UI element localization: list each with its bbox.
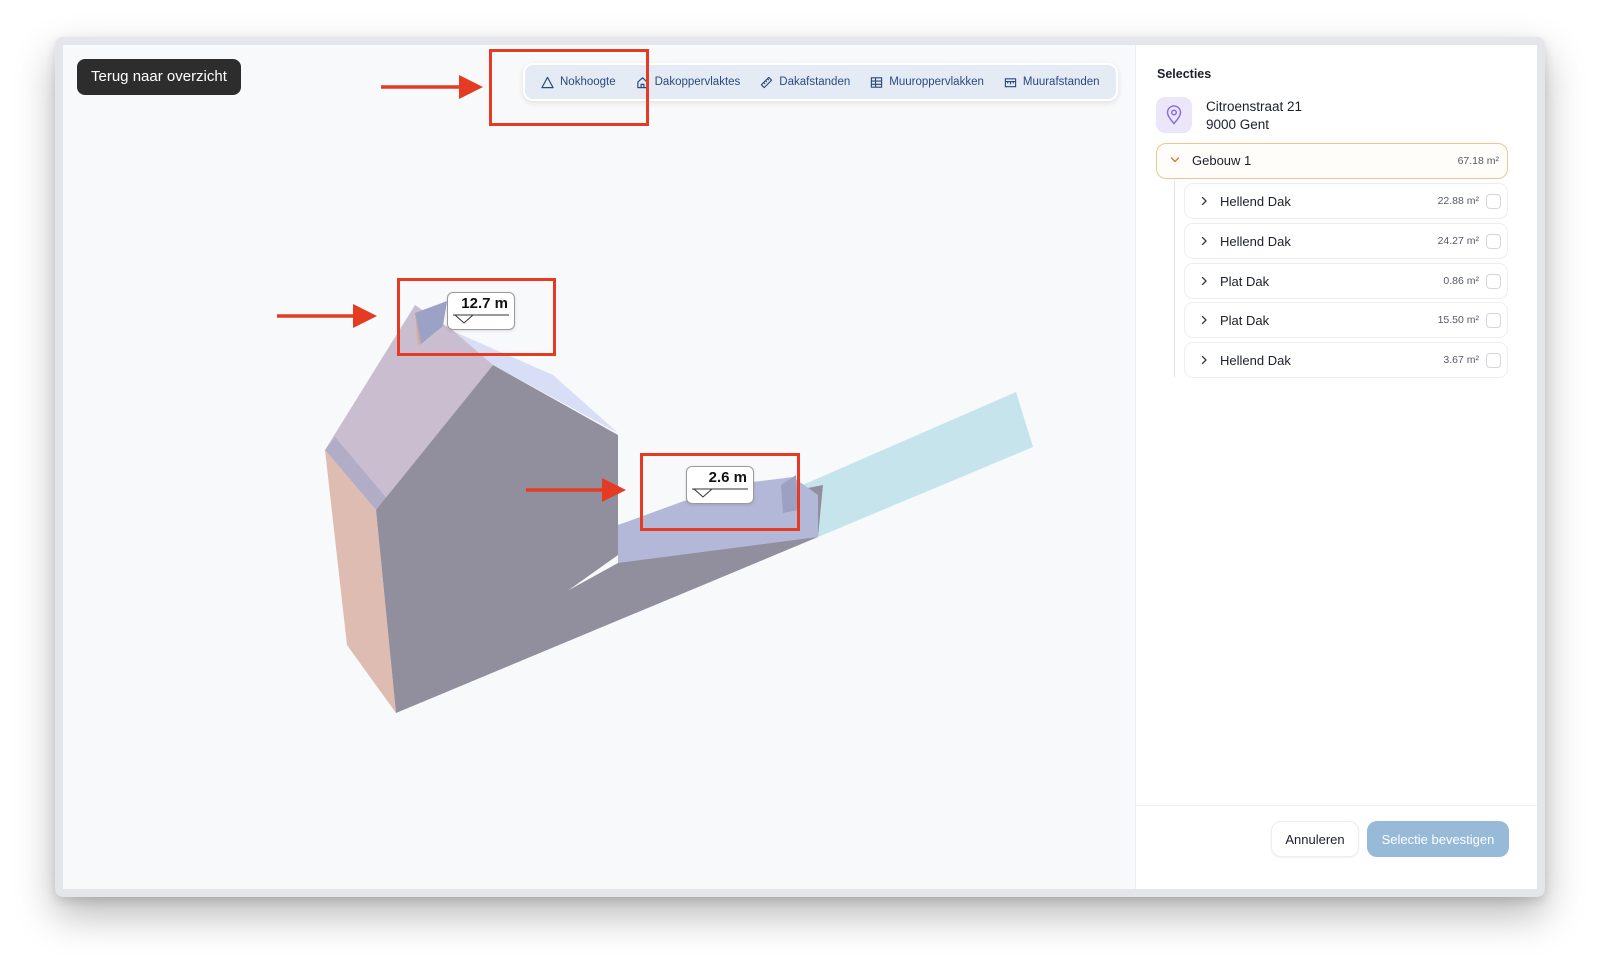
roof-row[interactable]: Hellend Dak 24.27 m² (1184, 223, 1508, 259)
chevron-right-icon (1201, 276, 1207, 286)
building-3d-scene[interactable] (63, 45, 1135, 889)
roof-checkbox[interactable] (1486, 194, 1501, 209)
wall-distance-icon (1004, 77, 1017, 87)
chevron-right-icon (1201, 315, 1207, 325)
annotation-box-toolbar (489, 49, 649, 126)
location-pin-icon (1166, 105, 1182, 125)
roof-checkbox[interactable] (1486, 234, 1501, 249)
roof-area: 24.27 m² (1437, 235, 1479, 247)
roof-area: 0.86 m² (1443, 275, 1479, 287)
chevron-right-icon (1201, 196, 1207, 206)
annotation-box-annex (640, 453, 800, 531)
address-city: 9000 Gent (1206, 117, 1270, 132)
wall-grid-icon (871, 76, 883, 88)
back-to-overview-button[interactable]: Terug naar overzicht (77, 59, 241, 95)
roof-label: Plat Dak (1220, 274, 1270, 289)
roof-row[interactable]: Hellend Dak 22.88 m² (1184, 183, 1508, 219)
ruler-icon (761, 76, 773, 88)
roof-checkbox[interactable] (1486, 353, 1501, 368)
tool-muuroppervlakken[interactable]: Muuroppervlakken (860, 67, 994, 97)
roof-label: Hellend Dak (1220, 353, 1291, 368)
roof-checkbox[interactable] (1486, 274, 1501, 289)
building-row[interactable]: Gebouw 1 67.18 m² (1156, 143, 1508, 179)
annotation-arrow-ridge (277, 304, 377, 328)
roof-area: 22.88 m² (1437, 195, 1479, 207)
roof-row[interactable]: Hellend Dak 3.67 m² (1184, 342, 1508, 378)
roof-area: 3.67 m² (1443, 354, 1479, 366)
app-window: Terug naar overzicht Nokhoogte Dakopperv… (55, 37, 1545, 897)
annotation-box-ridge (397, 278, 556, 356)
address-street: Citroenstraat 21 (1206, 99, 1303, 114)
roof-label: Hellend Dak (1220, 194, 1291, 209)
address-badge (1156, 97, 1192, 133)
roof-label: Plat Dak (1220, 313, 1270, 328)
roof-row[interactable]: Plat Dak 0.86 m² (1184, 263, 1508, 299)
building-area: 67.18 m² (1457, 155, 1499, 167)
tool-label: Dakoppervlaktes (654, 76, 741, 88)
chevron-right-icon (1201, 236, 1207, 246)
3d-viewer[interactable]: Terug naar overzicht Nokhoogte Dakopperv… (63, 45, 1135, 889)
tool-label: Dakafstanden (779, 76, 851, 88)
tree-connector (1174, 181, 1175, 377)
tool-muurafstanden[interactable]: Muurafstanden (994, 67, 1110, 97)
sidebar-title: Selecties (1157, 67, 1212, 81)
tool-dakafstanden[interactable]: Dakafstanden (750, 67, 860, 97)
building-label: Gebouw 1 (1192, 153, 1252, 168)
roof-label: Hellend Dak (1220, 234, 1291, 249)
annex-flat-roof[interactable] (798, 392, 1033, 537)
confirm-selection-button[interactable]: Selectie bevestigen (1367, 821, 1509, 857)
tool-label: Muurafstanden (1022, 76, 1100, 88)
tool-label: Muuroppervlakken (889, 76, 984, 88)
cancel-button[interactable]: Annuleren (1271, 821, 1359, 857)
selection-sidebar: Selecties Citroenstraat 21 9000 Gent Geb… (1135, 45, 1537, 889)
roof-checkbox[interactable] (1486, 313, 1501, 328)
chevron-down-icon (1170, 157, 1180, 163)
chevron-right-icon (1201, 355, 1207, 365)
roof-row[interactable]: Plat Dak 15.50 m² (1184, 302, 1508, 338)
roof-area: 15.50 m² (1437, 314, 1479, 326)
annotation-arrow-toolbar (381, 75, 483, 99)
footer-divider (1136, 805, 1537, 806)
